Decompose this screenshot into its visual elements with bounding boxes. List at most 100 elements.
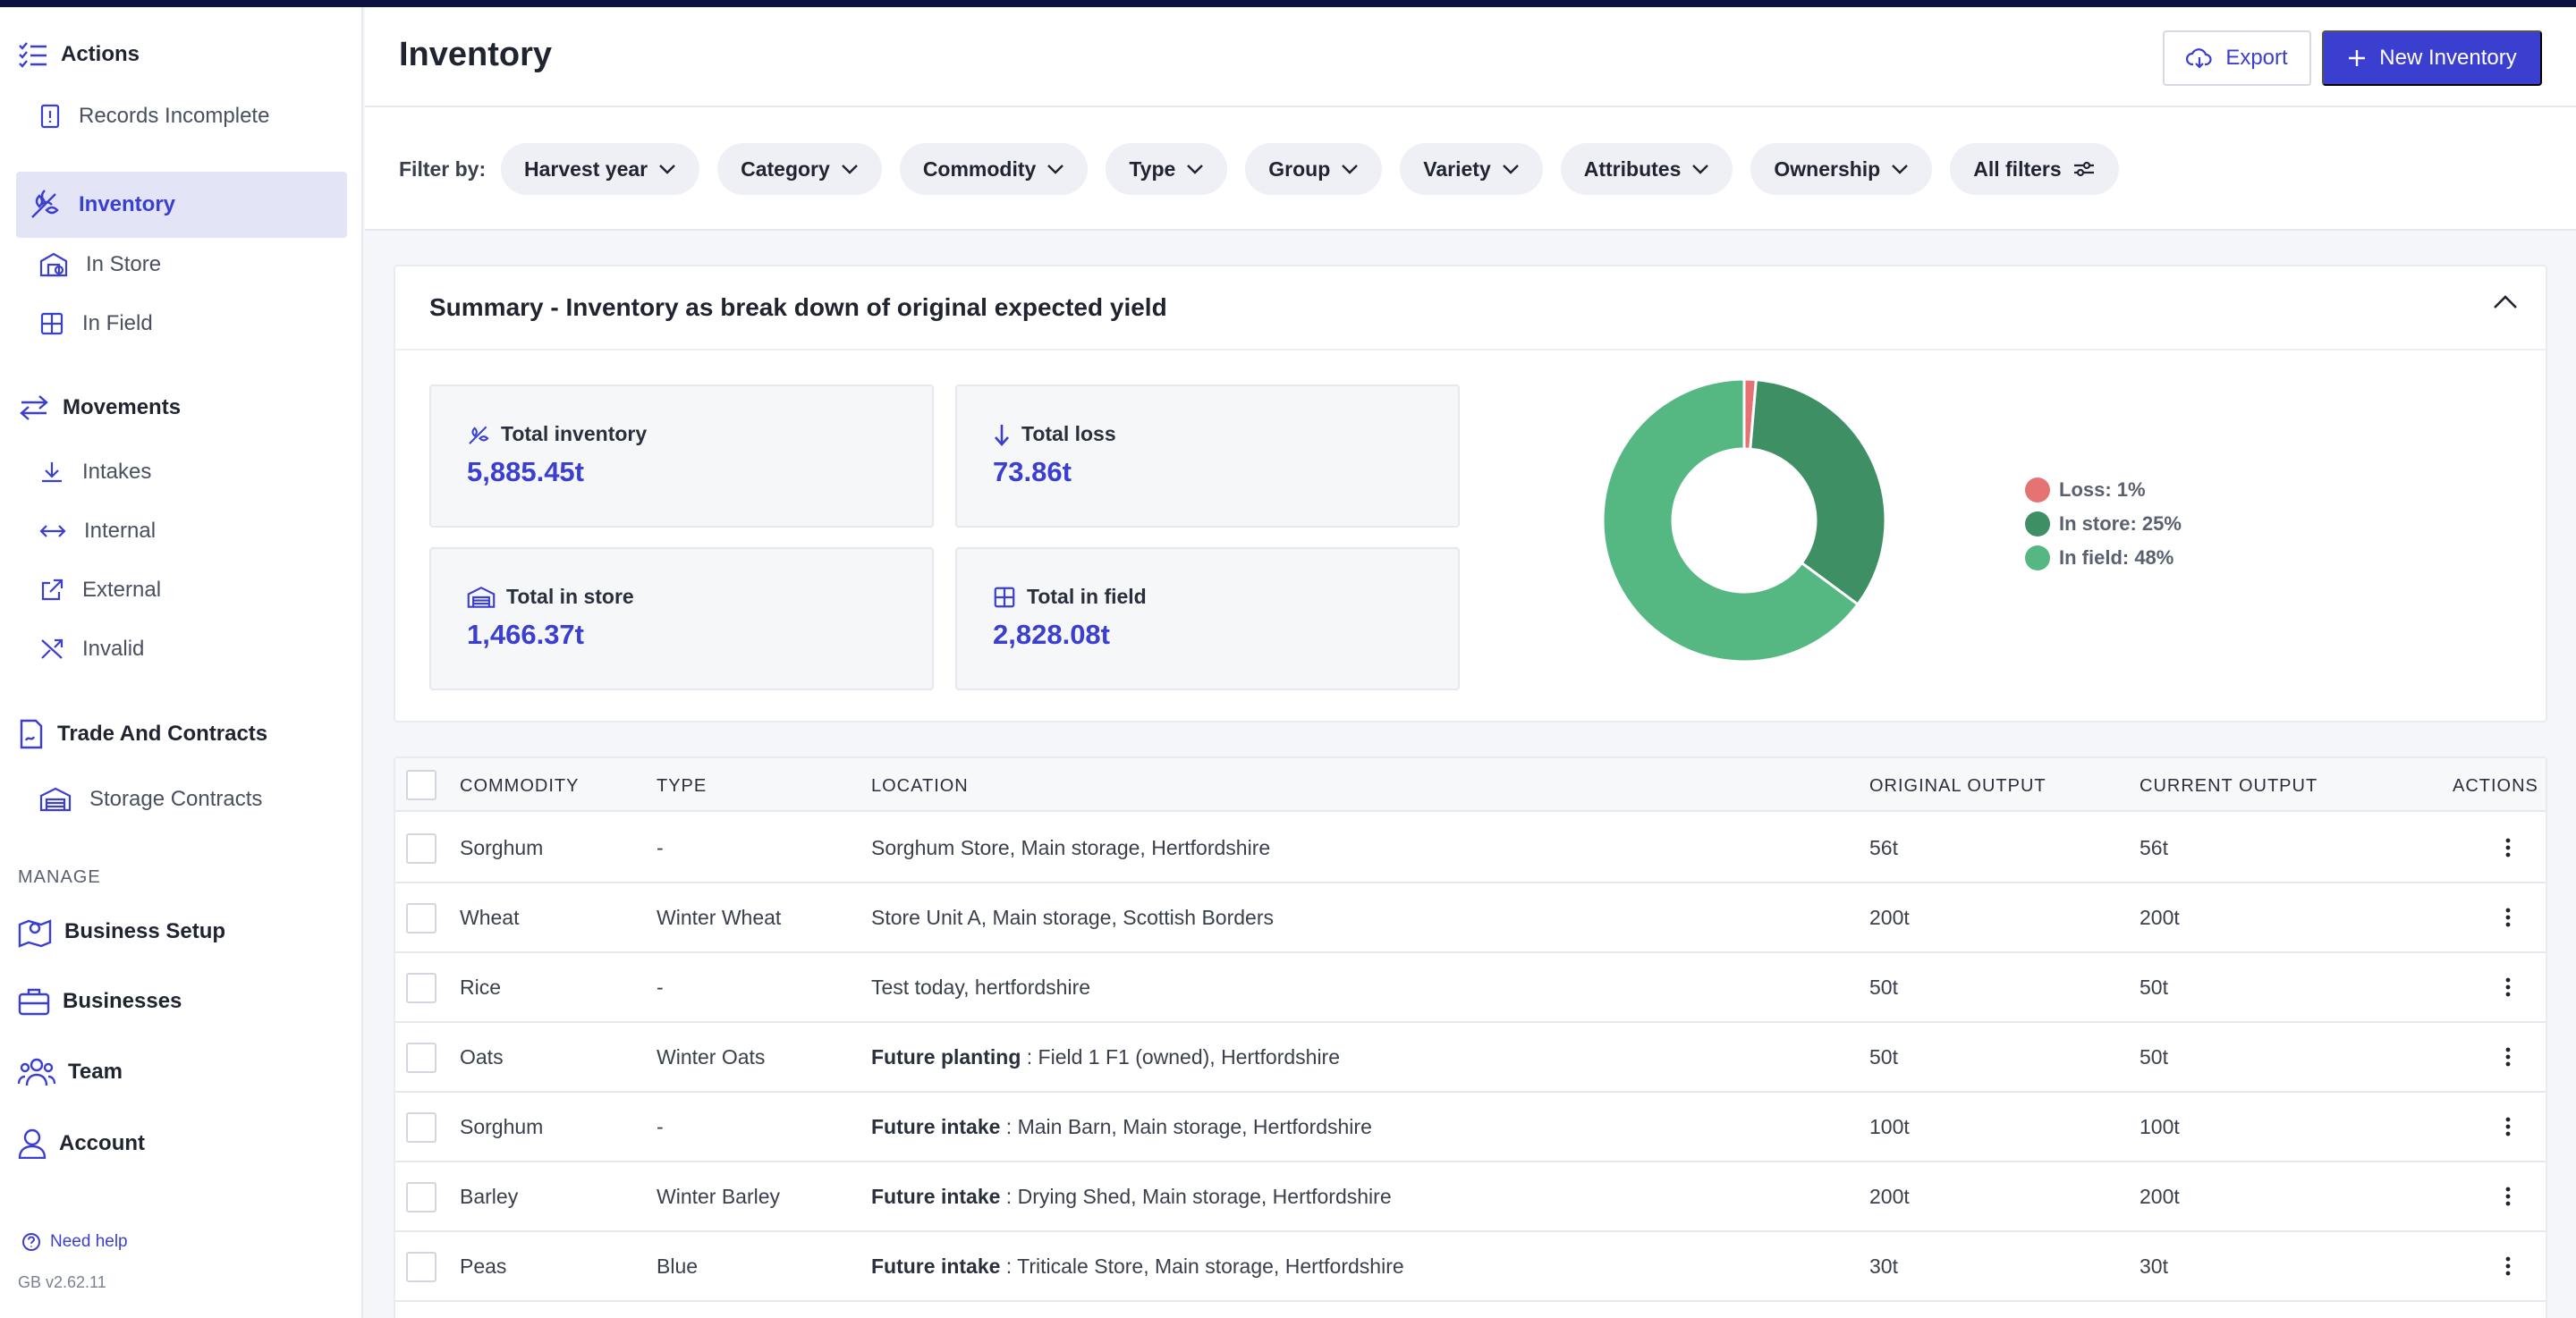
sidebar-item-internal[interactable]: Internal <box>39 519 156 544</box>
sidebar-item-invalid[interactable]: Invalid <box>39 637 144 662</box>
filter-type[interactable]: Type <box>1106 143 1228 195</box>
inventory-table: COMMODITY TYPE LOCATION ORIGINAL OUTPUT … <box>394 756 2547 1318</box>
export-button[interactable]: Export <box>2163 30 2311 86</box>
filter-category[interactable]: Category <box>717 143 882 195</box>
sidebar-label: In Store <box>86 252 162 276</box>
row-checkbox[interactable] <box>406 1043 436 1073</box>
filter-variety[interactable]: Variety <box>1400 143 1543 195</box>
filter-ownership[interactable]: Ownership <box>1750 143 1933 195</box>
stat-value: 5,885.45t <box>467 456 584 487</box>
column-header-commodity[interactable]: COMMODITY <box>460 776 579 797</box>
legend-swatch <box>2025 511 2050 536</box>
sidebar-item-storage-contracts[interactable]: Storage Contracts <box>39 787 262 812</box>
horizontal-arrows-icon <box>39 525 66 537</box>
more-vertical-icon[interactable] <box>2504 1186 2512 1207</box>
cell-current-output: 200t <box>2140 1185 2180 1208</box>
table-row[interactable]: Sorghum - Future intake : Main Barn, Main … <box>395 1093 2546 1162</box>
more-vertical-icon[interactable] <box>2504 1255 2512 1277</box>
stat-label: Total in field <box>993 585 1147 609</box>
more-vertical-icon[interactable] <box>2504 1116 2512 1137</box>
cell-type: Winter Oats <box>657 1045 766 1069</box>
row-checkbox[interactable] <box>406 1252 436 1282</box>
chip-label: Category <box>741 156 830 181</box>
chevron-up-icon[interactable] <box>2492 293 2519 311</box>
column-header-location[interactable]: LOCATION <box>871 776 969 797</box>
sidebar-section-trade[interactable]: Trade And Contracts <box>18 719 267 749</box>
sidebar-item-external[interactable]: External <box>39 578 161 603</box>
table-row[interactable]: Sorghum - Sorghum Store, Main storage, Her… <box>395 814 2546 883</box>
need-help-link[interactable]: Need help <box>21 1232 128 1252</box>
stat-total-in-field: Total in field 2,828.08t <box>955 547 1460 690</box>
cell-original-output: 50t <box>1869 976 1898 999</box>
sidebar-item-in-field[interactable]: In Field <box>39 311 153 336</box>
filter-attributes[interactable]: Attributes <box>1560 143 1733 195</box>
sidebar-item-inventory[interactable]: Inventory <box>16 172 347 238</box>
more-vertical-icon[interactable] <box>2504 976 2512 998</box>
more-vertical-icon[interactable] <box>2504 1046 2512 1068</box>
cell-current-output: 56t <box>2140 836 2168 859</box>
row-checkbox[interactable] <box>406 1112 436 1143</box>
new-inventory-button[interactable]: New Inventory <box>2322 30 2542 86</box>
cell-location: Future intake : Triticale Store, Main st… <box>871 1255 1404 1279</box>
legend-swatch <box>2025 477 2050 503</box>
table-row[interactable]: Rice - Test today, hertfordshire 50t 50t <box>395 953 2546 1023</box>
filter-bar: Filter by: Harvest year Category Commodi… <box>365 107 2576 231</box>
filter-commodity[interactable]: Commodity <box>899 143 1089 195</box>
table-row[interactable]: Peas Blue Future intake : Triticale Store,… <box>395 1232 2546 1302</box>
sidebar-item-team[interactable]: Team <box>18 1057 123 1087</box>
location-status: Future intake <box>871 1185 1001 1208</box>
chevron-down-icon <box>1502 165 1519 174</box>
app-version: GB v2.62.11 <box>18 1273 106 1291</box>
sidebar-label: External <box>82 578 162 602</box>
manage-section-label: MANAGE <box>18 867 101 887</box>
cell-location: Future planting : Field 1 F1 (owned), He… <box>871 1045 1340 1069</box>
top-accent-bar <box>0 0 2576 7</box>
external-link-icon <box>41 579 64 601</box>
table-row[interactable]: Barley Winter Barley Future intake : Dryin… <box>395 1162 2546 1232</box>
filter-harvest-year[interactable]: Harvest year <box>501 143 700 195</box>
stat-label-text: Total in field <box>1027 585 1147 608</box>
table-row[interactable]: Wheat Winter Wheat Store Unit A, Main stor… <box>395 883 2546 953</box>
legend-item-in-store: In store: 25% <box>2025 511 2182 536</box>
sidebar-item-intakes[interactable]: Intakes <box>39 460 151 485</box>
sidebar-section-actions[interactable]: Actions <box>18 41 140 68</box>
sidebar-item-business-setup[interactable]: Business Setup <box>18 916 225 948</box>
new-inventory-label: New Inventory <box>2379 46 2517 70</box>
sidebar-item-account[interactable]: Account <box>18 1128 145 1159</box>
row-checkbox[interactable] <box>406 903 436 934</box>
filter-group[interactable]: Group <box>1245 143 1383 195</box>
more-vertical-icon[interactable] <box>2504 837 2512 858</box>
grid-icon <box>994 587 1015 607</box>
cell-type: - <box>657 1115 664 1138</box>
sidebar-label: Team <box>68 1060 123 1084</box>
cell-original-output: 200t <box>1869 906 1910 929</box>
table-row[interactable]: Oats Winter Oats Future planting : Field 1… <box>395 1023 2546 1093</box>
row-checkbox[interactable] <box>406 833 436 864</box>
column-header-type[interactable]: TYPE <box>657 776 707 797</box>
stat-label: Total in store <box>467 585 634 609</box>
sidebar-section-movements[interactable]: Movements <box>18 393 181 422</box>
chip-label: Harvest year <box>524 156 648 181</box>
sidebar-item-businesses[interactable]: Businesses <box>18 987 182 1016</box>
column-header-current-output[interactable]: CURRENT OUTPUT <box>2140 776 2318 797</box>
column-header-original-output[interactable]: ORIGINAL OUTPUT <box>1869 776 2046 797</box>
filter-all-filters[interactable]: All filters <box>1950 143 2119 195</box>
stat-total-in-store: Total in store 1,466.37t <box>429 547 934 690</box>
chevron-down-icon <box>1342 165 1359 174</box>
row-checkbox[interactable] <box>406 973 436 1003</box>
sidebar-item-in-store[interactable]: In Store <box>39 252 161 277</box>
select-all-checkbox[interactable] <box>406 770 436 800</box>
sidebar-label: Inventory <box>79 192 176 216</box>
sidebar-label: Trade And Contracts <box>57 722 268 746</box>
cell-current-output: 100t <box>2140 1115 2180 1138</box>
cell-original-output: 56t <box>1869 836 1898 859</box>
summary-card: Summary - Inventory as break down of ori… <box>394 265 2547 722</box>
cell-location: Future intake : Drying Shed, Main storag… <box>871 1185 1392 1209</box>
stat-label: Total inventory <box>467 422 647 446</box>
sidebar-item-records-incomplete[interactable]: Records Incomplete <box>39 104 269 129</box>
row-checkbox[interactable] <box>406 1182 436 1212</box>
cell-current-output: 50t <box>2140 976 2168 999</box>
location-status: Future intake <box>871 1115 1001 1138</box>
cloud-download-icon <box>2186 48 2212 69</box>
more-vertical-icon[interactable] <box>2504 907 2512 928</box>
